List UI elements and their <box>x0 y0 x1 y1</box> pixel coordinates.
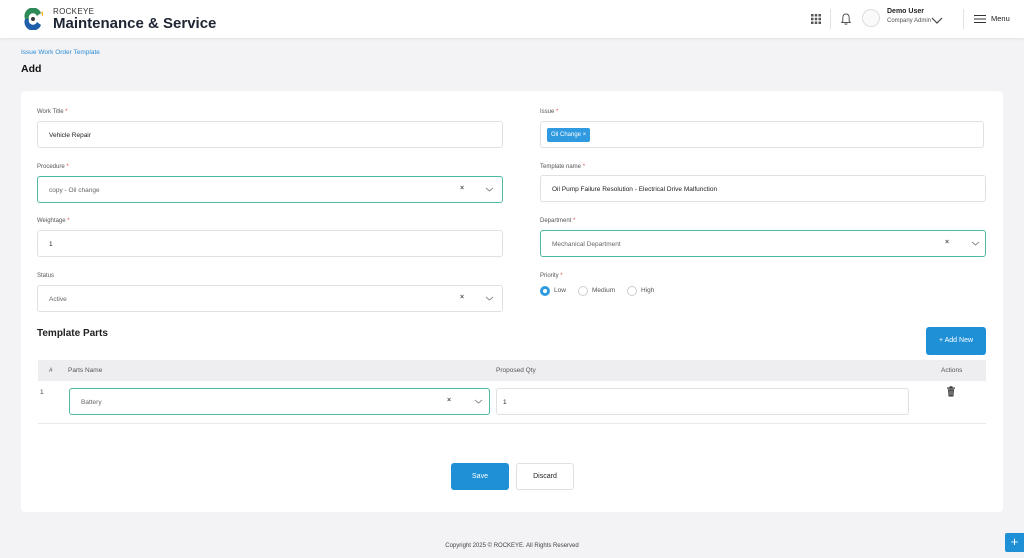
chevron-down-icon[interactable] <box>485 186 494 193</box>
chevron-down-icon[interactable] <box>474 398 483 405</box>
priority-low-radio[interactable] <box>540 286 550 296</box>
discard-button[interactable]: Discard <box>516 463 574 490</box>
procedure-value: copy - Oil change <box>49 187 100 194</box>
proposed-qty-value: 1 <box>503 399 507 406</box>
work-title-field[interactable]: Vehicle Repair <box>37 121 503 148</box>
add-new-button[interactable]: + Add New <box>926 327 986 355</box>
procedure-clear-icon[interactable]: × <box>460 185 464 192</box>
header-divider <box>830 9 831 29</box>
department-value: Mechanical Department <box>552 241 621 248</box>
status-clear-icon[interactable]: × <box>460 294 464 301</box>
table-row: 1 Battery × 1 <box>38 381 986 424</box>
department-clear-icon[interactable]: × <box>945 239 949 246</box>
work-title-value: Vehicle Repair <box>49 132 91 139</box>
grid-icon[interactable] <box>808 11 824 27</box>
form-card: Work Title * Vehicle Repair Issue * Oil … <box>21 91 1003 512</box>
template-name-label: Template name * <box>540 164 586 170</box>
part-name-select[interactable]: Battery × <box>69 388 490 415</box>
proposed-qty-field[interactable]: 1 <box>496 388 909 415</box>
issue-chip[interactable]: Oil Change × <box>547 128 591 142</box>
chevron-down-icon[interactable] <box>971 240 980 247</box>
row-number: 1 <box>40 389 44 396</box>
chevron-down-icon[interactable] <box>485 295 494 302</box>
work-title-label: Work Title * <box>37 109 68 115</box>
weightage-label: Weightage * <box>37 218 70 224</box>
priority-label: Priority * <box>540 273 563 279</box>
priority-low-label[interactable]: Low <box>554 287 566 294</box>
avatar[interactable] <box>862 9 880 27</box>
bell-icon[interactable] <box>838 11 854 27</box>
breadcrumb[interactable]: Issue Work Order Template <box>21 49 100 56</box>
weightage-field[interactable]: 1 <box>37 230 503 257</box>
app-title: Maintenance & Service <box>53 15 217 32</box>
save-button[interactable]: Save <box>451 463 509 490</box>
department-select[interactable]: Mechanical Department × <box>540 230 986 257</box>
part-name-value: Battery <box>81 399 102 406</box>
hamburger-icon[interactable] <box>972 11 988 27</box>
user-name[interactable]: Demo User <box>887 8 924 15</box>
priority-medium-label[interactable]: Medium <box>592 287 615 294</box>
column-header-num: # <box>49 367 53 374</box>
issue-label: Issue * <box>540 109 559 115</box>
footer-copyright: Copyright 2025 © ROCKEYE. All Rights Res… <box>445 543 579 549</box>
status-select[interactable]: Active × <box>37 285 503 312</box>
column-header-parts-name: Parts Name <box>68 367 103 374</box>
top-header: ROCKEYE Maintenance & Service Demo User … <box>0 0 1024 38</box>
priority-high-label[interactable]: High <box>641 287 654 294</box>
header-divider <box>963 9 964 29</box>
parts-table-header: # Parts Name Proposed Qty Actions <box>38 360 986 381</box>
page-title: Add <box>21 63 42 75</box>
column-header-actions: Actions <box>941 367 963 374</box>
department-label: Department * <box>540 218 576 224</box>
user-role: Company Admin <box>887 18 932 24</box>
procedure-label: Procedure * <box>37 164 69 170</box>
column-header-proposed-qty: Proposed Qty <box>496 367 536 374</box>
template-name-value: Oil Pump Failure Resolution - Electrical… <box>552 186 718 193</box>
priority-high-radio[interactable] <box>627 286 637 296</box>
part-clear-icon[interactable]: × <box>447 397 451 404</box>
weightage-value: 1 <box>49 241 53 248</box>
procedure-select[interactable]: copy - Oil change × <box>37 176 503 203</box>
issue-field[interactable]: Oil Change × <box>540 121 984 148</box>
menu-button[interactable]: Menu <box>991 14 1010 23</box>
priority-medium-radio[interactable] <box>578 286 588 296</box>
trash-icon[interactable] <box>946 386 956 397</box>
template-parts-title: Template Parts <box>37 328 108 339</box>
template-name-field[interactable]: Oil Pump Failure Resolution - Electrical… <box>540 175 986 202</box>
chevron-down-icon[interactable] <box>929 12 945 28</box>
floating-add-button[interactable]: + <box>1005 533 1024 552</box>
status-value: Active <box>49 296 67 303</box>
rockeye-logo <box>24 8 43 30</box>
status-label: Status <box>37 273 55 279</box>
